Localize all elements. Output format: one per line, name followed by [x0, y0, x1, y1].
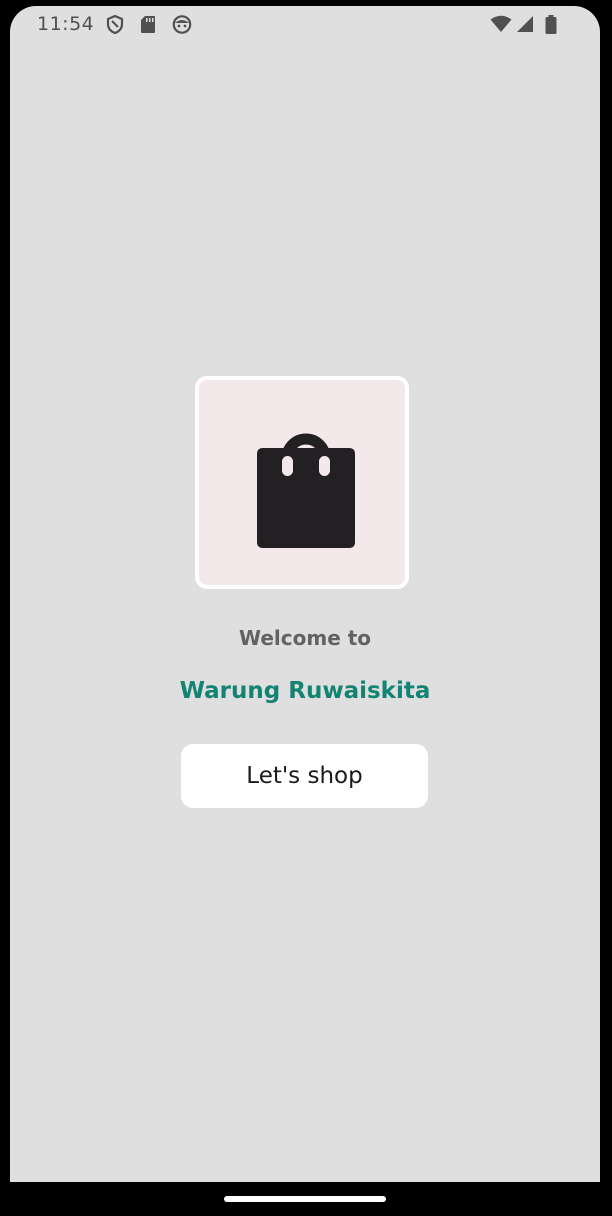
lets-shop-button[interactable]: Let's shop [181, 744, 428, 808]
navigation-bar [0, 1182, 612, 1216]
status-time: 11:54 [37, 13, 95, 35]
app-logo [195, 376, 409, 589]
battery-icon [545, 15, 557, 34]
shopping-bag-icon [257, 433, 355, 548]
cell-signal-icon [517, 16, 533, 32]
android-face-icon [172, 15, 192, 34]
sd-card-icon [141, 16, 155, 33]
wifi-icon [490, 15, 512, 32]
home-gesture-handle[interactable] [224, 1196, 386, 1202]
status-bar: 11:54 [10, 6, 600, 42]
welcome-label: Welcome to [238, 626, 372, 650]
store-name: Warung Ruwaiskita [179, 678, 431, 704]
shield-icon [106, 15, 124, 34]
app-screen: 11:54 Welcome to Warung Ruwaiskita Let's… [10, 6, 600, 1182]
